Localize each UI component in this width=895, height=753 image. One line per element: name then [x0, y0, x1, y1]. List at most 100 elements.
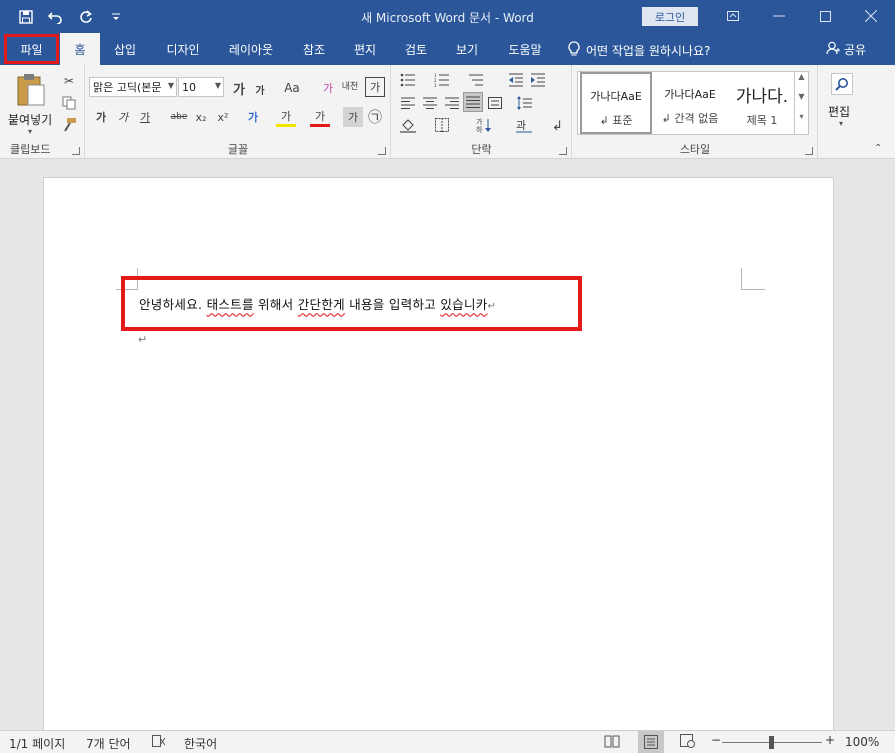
multilevel-list-icon[interactable] [466, 70, 486, 90]
superscript-icon[interactable]: x² [213, 107, 233, 127]
document-page[interactable]: 안녕하세요. 태스트를 위해서 간단한게 내용을 입력하고 있습니카↵ ↵ [43, 177, 834, 737]
tab-references[interactable]: 참조 [294, 33, 334, 65]
numbering-icon[interactable]: 123 [432, 70, 452, 90]
zoom-out-button[interactable]: − [711, 733, 721, 747]
editing-button[interactable]: 편집 ▾ [825, 71, 859, 131]
cut-icon[interactable]: ✂ [59, 71, 79, 91]
distributed-icon[interactable] [485, 93, 505, 113]
ribbon-display-options-icon[interactable] [718, 6, 748, 26]
increase-indent-icon[interactable] [528, 70, 548, 90]
tell-me-search[interactable]: 어떤 작업을 원하시나요? [568, 41, 710, 60]
line-spacing-icon[interactable] [514, 93, 534, 113]
borders-icon[interactable] [432, 115, 452, 135]
scroll-down-icon[interactable]: ▼ [795, 92, 808, 112]
phonetic-guide-icon[interactable]: 내천 [340, 77, 360, 97]
tab-review[interactable]: 검토 [396, 33, 436, 65]
tab-insert[interactable]: 삽입 [104, 33, 146, 65]
style-no-spacing[interactable]: 가나다AaE ↲ 간격 없음 [654, 72, 726, 134]
clear-formatting-icon[interactable]: 가 [318, 78, 338, 98]
zoom-level[interactable]: 100% [845, 735, 879, 749]
annotation-highlight-box [121, 276, 582, 331]
character-border-icon[interactable]: 가 [365, 77, 385, 97]
justify-icon[interactable] [463, 92, 483, 112]
enclose-characters-icon[interactable]: ㉠ [365, 107, 385, 127]
asian-layout-icon[interactable]: 과 [514, 115, 534, 135]
login-button[interactable]: 로그인 [642, 7, 698, 26]
minimize-icon[interactable] [764, 6, 794, 26]
align-center-icon[interactable] [420, 93, 440, 113]
maximize-icon[interactable] [810, 6, 840, 26]
align-left-icon[interactable] [398, 93, 418, 113]
person-icon [826, 41, 840, 58]
clipboard-group: 붙여넣기 ▾ ✂ 클립보드 [0, 65, 85, 159]
align-right-icon[interactable] [442, 93, 462, 113]
styles-scroll: ▲ ▼ ▾ [794, 72, 808, 134]
font-launcher-icon[interactable] [378, 147, 386, 155]
document-area: 안녕하세요. 태스트를 위해서 간단한게 내용을 입력하고 있습니카↵ ↵ [0, 160, 895, 737]
print-layout-icon[interactable] [638, 731, 664, 753]
highlight-color-icon[interactable]: 가 [276, 107, 296, 127]
share-label: 공유 [844, 43, 867, 57]
lightbulb-icon [568, 41, 580, 60]
paste-button[interactable]: 붙여넣기 ▾ [8, 71, 52, 137]
grow-font-icon[interactable]: 가 [229, 78, 249, 98]
scroll-up-icon[interactable]: ▲ [795, 72, 808, 92]
styles-launcher-icon[interactable] [805, 147, 813, 155]
style-heading-1[interactable]: 가나다. 제목 1 [726, 72, 798, 134]
chevron-down-icon: ▼ [214, 81, 221, 90]
web-layout-icon[interactable] [680, 734, 696, 751]
tab-view[interactable]: 보기 [446, 33, 488, 65]
read-mode-icon[interactable] [604, 734, 620, 751]
shading-icon[interactable] [398, 115, 418, 135]
language[interactable]: 한국어 [184, 735, 217, 752]
close-icon[interactable] [856, 6, 886, 26]
paragraph-launcher-icon[interactable] [559, 147, 567, 155]
show-hide-marks-icon[interactable]: ↲ [548, 115, 568, 135]
clipboard-launcher-icon[interactable] [72, 147, 80, 155]
zoom-slider-thumb[interactable] [769, 736, 774, 749]
change-case-icon[interactable]: Aa [278, 78, 306, 98]
character-shading-icon[interactable]: 가 [343, 107, 363, 127]
font-size-combo[interactable]: 10 ▼ [178, 77, 224, 97]
font-color-icon[interactable]: 가 [310, 107, 330, 127]
font-group-label: 글꼴 [227, 143, 249, 156]
font-name-combo[interactable]: 맑은 고딕(본문 ▼ [89, 77, 177, 97]
tab-layout[interactable]: 레이아웃 [220, 33, 282, 65]
format-painter-icon[interactable] [59, 115, 79, 135]
italic-icon[interactable]: 가 [113, 107, 133, 127]
status-bar: 1/1 페이지 7개 단어 한국어 − + 100% [0, 730, 895, 753]
zoom-in-button[interactable]: + [825, 733, 835, 747]
copy-icon[interactable] [59, 93, 79, 113]
page-count[interactable]: 1/1 페이지 [9, 735, 65, 752]
style-sample: 가나다AaE [590, 90, 642, 103]
subscript-icon[interactable]: x₂ [191, 107, 211, 127]
tab-mailings[interactable]: 편지 [344, 33, 386, 65]
text-effects-icon[interactable]: 가 [243, 107, 263, 127]
style-name: ↲ 표준 [599, 114, 633, 127]
tab-file[interactable]: 파일 [4, 34, 59, 64]
ribbon: 붙여넣기 ▾ ✂ 클립보드 맑은 고딕(본문 ▼ 10 ▼ 가 가 Aa 가 내… [0, 65, 895, 159]
bold-icon[interactable]: 가 [91, 107, 111, 127]
proofing-icon[interactable] [152, 734, 166, 751]
more-styles-icon[interactable]: ▾ [795, 112, 808, 132]
font-size-value: 10 [182, 80, 196, 94]
style-name: ↲ 간격 없음 [661, 112, 719, 125]
find-icon [831, 73, 853, 95]
shrink-font-icon[interactable]: 가 [250, 79, 270, 99]
style-normal[interactable]: 가나다AaE ↲ 표준 [580, 72, 652, 134]
decrease-indent-icon[interactable] [506, 70, 526, 90]
styles-gallery: 가나다AaE ↲ 표준 가나다AaE ↲ 간격 없음 가나다. 제목 1 ▲ ▼… [577, 71, 809, 135]
collapse-ribbon-icon[interactable]: ⌃ [874, 143, 882, 154]
strikethrough-icon[interactable]: abe [167, 107, 191, 127]
share-button[interactable]: 공유 [826, 41, 866, 58]
word-count[interactable]: 7개 단어 [86, 735, 131, 752]
tab-home[interactable]: 홈 [60, 33, 100, 65]
underline-icon[interactable]: 가 [135, 107, 155, 127]
bullets-icon[interactable] [398, 70, 418, 90]
sort-icon[interactable]: 가하 [474, 115, 494, 135]
paste-icon [17, 74, 45, 106]
tab-help[interactable]: 도움말 [498, 33, 552, 65]
style-sample: 가나다AaE [664, 88, 716, 101]
tab-design[interactable]: 디자인 [158, 33, 208, 65]
editing-group: 편집 ▾ [819, 65, 865, 159]
